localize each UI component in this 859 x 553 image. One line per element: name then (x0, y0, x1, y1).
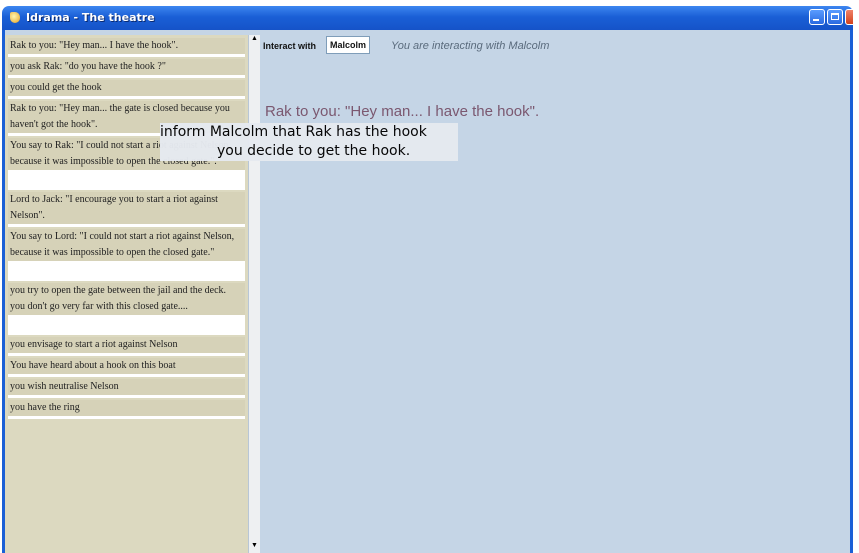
menu-item-get-hook[interactable]: you decide to get the hook. (217, 143, 410, 159)
minimize-button[interactable] (809, 9, 825, 25)
menu-item-inform[interactable]: inform Malcolm that Rak has the hook (160, 124, 427, 140)
interaction-panel: Interact with Malcolm You are interactin… (260, 35, 850, 553)
scroll-up-icon[interactable]: ▲ (251, 35, 258, 42)
interact-label: Interact with (263, 41, 317, 51)
history-item[interactable]: Rak to you: "Hey man... I have the hook"… (8, 38, 245, 57)
history-item[interactable]: You have heard about a hook on this boat (8, 358, 245, 377)
close-button[interactable] (845, 9, 854, 25)
scroll-down-icon[interactable]: ▼ (251, 542, 258, 549)
speech-text: Rak to you: "Hey man... I have the hook"… (265, 103, 540, 120)
window-title: Idrama - The theatre (26, 11, 155, 24)
history-item[interactable]: You say to Lord: "I could not start a ri… (8, 229, 245, 281)
action-menu: inform Malcolm that Rak has the hook you… (160, 123, 458, 161)
history-item[interactable]: you could get the hook (8, 80, 245, 99)
history-item[interactable]: you try to open the gate between the jai… (8, 283, 245, 335)
history-panel: Rak to you: "Hey man... I have the hook"… (5, 35, 248, 553)
history-item[interactable]: you wish neutralise Nelson (8, 379, 245, 398)
interact-target-button[interactable]: Malcolm (326, 36, 371, 54)
app-icon (10, 12, 20, 23)
history-item[interactable]: you ask Rak: "do you have the hook ?" (8, 59, 245, 78)
window-titlebar[interactable]: Idrama - The theatre (2, 6, 854, 30)
history-item[interactable]: Lord to Jack: "I encourage you to start … (8, 192, 245, 227)
maximize-button[interactable] (827, 9, 843, 25)
history-item[interactable]: you have the ring (8, 400, 245, 419)
history-item[interactable]: you envisage to start a riot against Nel… (8, 337, 245, 356)
interaction-status: You are interacting with Malcolm (391, 40, 550, 52)
